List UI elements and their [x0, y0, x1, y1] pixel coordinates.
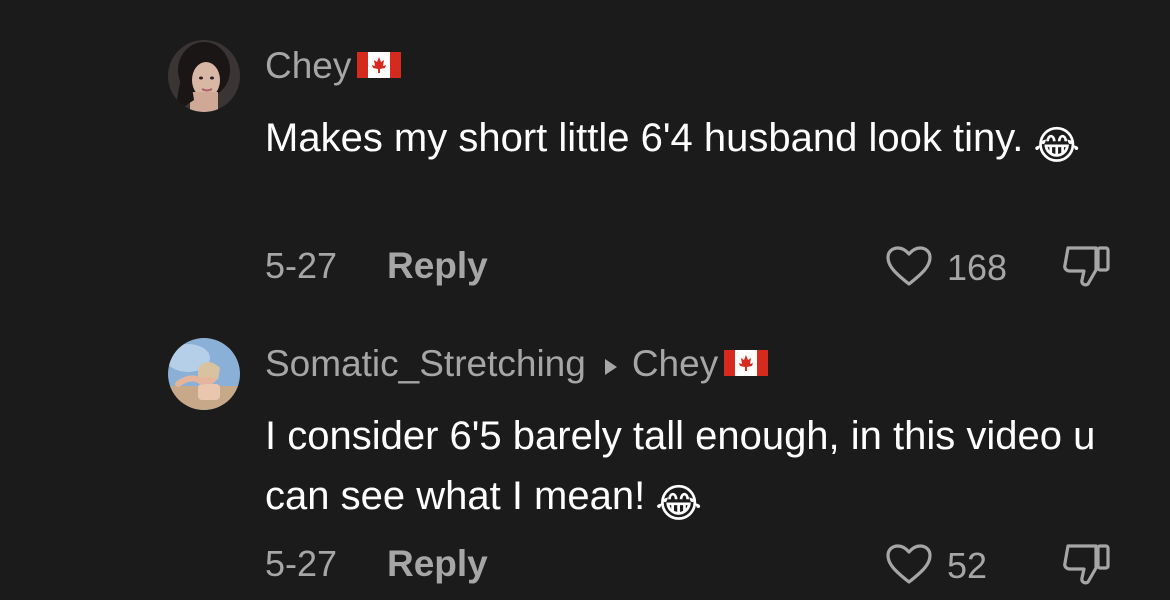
reply-button[interactable]: Reply	[387, 242, 488, 290]
avatar[interactable]	[168, 40, 240, 112]
avatar[interactable]	[168, 338, 240, 410]
like-button[interactable]: 52	[885, 542, 987, 590]
canada-flag-icon	[357, 46, 402, 86]
laughing-tears-emoji: 😂	[1033, 124, 1081, 168]
reply-button[interactable]: Reply	[387, 540, 488, 588]
username[interactable]: Chey	[265, 46, 351, 86]
like-count: 168	[947, 247, 1008, 288]
username[interactable]: Somatic_Stretching	[265, 344, 586, 384]
reply-to-username[interactable]: Chey	[632, 344, 718, 384]
heart-icon	[885, 543, 933, 590]
laughing-tears-emoji: 😂	[655, 482, 702, 526]
like-count: 52	[947, 545, 988, 586]
like-button[interactable]: 168	[885, 244, 1007, 292]
reply-arrow-icon	[604, 344, 618, 384]
canada-flag-icon	[724, 344, 769, 384]
dislike-icon[interactable]	[1060, 244, 1116, 295]
heart-icon	[885, 245, 933, 292]
comment-date: 5-27	[265, 245, 338, 286]
comment-text: Makes my short little 6'4 husband look t…	[265, 116, 1024, 160]
dislike-icon[interactable]	[1060, 542, 1116, 593]
comment-date: 5-27	[265, 543, 338, 584]
